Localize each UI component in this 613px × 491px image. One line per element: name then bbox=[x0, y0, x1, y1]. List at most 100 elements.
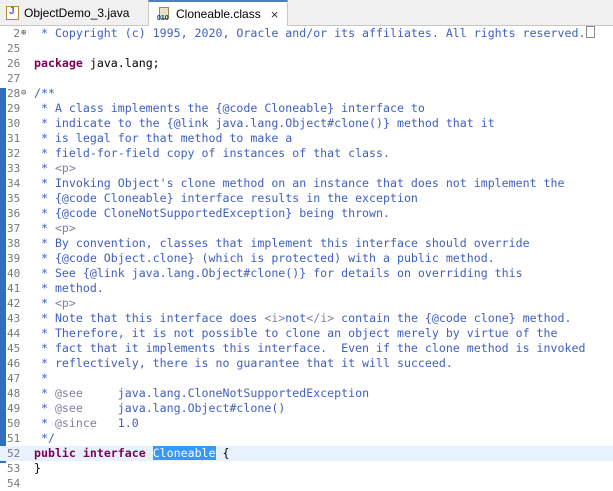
code-line[interactable]: 27 bbox=[0, 71, 613, 86]
code-line[interactable]: 32 * field-for-field copy of instances o… bbox=[0, 146, 613, 161]
code-token: * bbox=[34, 371, 48, 385]
code-token: </i> bbox=[306, 311, 335, 325]
code-token: * is legal for that method to make a bbox=[34, 131, 293, 145]
code-token: /** bbox=[34, 86, 55, 100]
code-text: * <p> bbox=[34, 221, 76, 236]
code-text: * Therefore, it is not possible to clone… bbox=[34, 326, 558, 341]
expand-fold-icon[interactable]: ⊕ bbox=[21, 26, 26, 41]
code-text: * {@code Object.clone} (which is protect… bbox=[34, 251, 495, 266]
line-number: 33 bbox=[7, 162, 21, 175]
code-text: * @see java.lang.Object#clone() bbox=[34, 401, 285, 416]
line-number: 46 bbox=[7, 357, 21, 370]
code-text: * See {@link java.lang.Object#clone()} f… bbox=[34, 266, 523, 281]
code-line[interactable]: 39 * {@code Object.clone} (which is prot… bbox=[0, 251, 613, 266]
code-token: <p> bbox=[54, 221, 76, 235]
code-line[interactable]: 37 * <p> bbox=[0, 221, 613, 236]
code-line[interactable]: 49 * @see java.lang.Object#clone() bbox=[0, 401, 613, 416]
line-number: 39 bbox=[7, 252, 21, 265]
code-line[interactable]: 38 * By convention, classes that impleme… bbox=[0, 236, 613, 251]
code-text: * Invoking Object's clone method on an i… bbox=[34, 176, 565, 191]
code-token: 1.0 bbox=[96, 416, 139, 430]
code-token: * {@code CloneNotSupportedException} bei… bbox=[34, 206, 390, 220]
line-number: 30 bbox=[7, 117, 21, 130]
line-number: 28 bbox=[7, 87, 21, 100]
code-line[interactable]: 43 * Note that this interface does <i>no… bbox=[0, 311, 613, 326]
code-line[interactable]: 46 * reflectively, there is no guarantee… bbox=[0, 356, 613, 371]
code-token: public bbox=[34, 446, 76, 460]
code-token: @see bbox=[54, 386, 83, 400]
code-line[interactable]: 34 * Invoking Object's clone method on a… bbox=[0, 176, 613, 191]
code-line[interactable]: 28 ⊖ /** bbox=[0, 86, 613, 101]
tab-cloneable-class[interactable]: 010 Cloneable.class × bbox=[148, 0, 288, 26]
line-number: 49 bbox=[7, 402, 21, 415]
code-text: * indicate to the {@link java.lang.Objec… bbox=[34, 116, 495, 131]
code-line[interactable]: 41 * method. bbox=[0, 281, 613, 296]
code-line[interactable]: 44 * Therefore, it is not possible to cl… bbox=[0, 326, 613, 341]
tab-objectdemo-3-java[interactable]: J ObjectDemo_3.java bbox=[0, 0, 140, 25]
code-token: not bbox=[285, 311, 307, 325]
line-number: 40 bbox=[7, 267, 21, 280]
code-line[interactable]: 53} bbox=[0, 461, 613, 476]
code-line[interactable]: 30 * indicate to the {@link java.lang.Ob… bbox=[0, 116, 613, 131]
code-editor[interactable]: 2 ⊕ * Copyright (c) 1995, 2020, Oracle an… bbox=[0, 26, 613, 490]
code-token: { bbox=[215, 446, 230, 460]
class-file-icon: 010 bbox=[157, 6, 171, 22]
code-line[interactable]: 33 * <p> bbox=[0, 161, 613, 176]
code-token: <p> bbox=[54, 296, 76, 310]
java-file-icon: J bbox=[6, 5, 19, 20]
code-token: * field-for-field copy of instances of t… bbox=[34, 146, 390, 160]
code-line[interactable]: 31 * is legal for that method to make a bbox=[0, 131, 613, 146]
code-line[interactable]: 42 * <p> bbox=[0, 296, 613, 311]
code-text: * {@code CloneNotSupportedException} bei… bbox=[34, 206, 390, 221]
code-line[interactable]: 26 package java.lang; bbox=[0, 56, 613, 71]
collapsed-region-marker[interactable] bbox=[586, 26, 596, 38]
code-token: * bbox=[34, 386, 55, 400]
code-line[interactable]: 36 * {@code CloneNotSupportedException} … bbox=[0, 206, 613, 221]
code-token: * Invoking Object's clone method on an i… bbox=[34, 176, 565, 190]
code-token: java.lang; bbox=[82, 56, 160, 70]
code-line[interactable]: 47 * bbox=[0, 371, 613, 386]
code-line[interactable]: 35 * {@code Cloneable} interface results… bbox=[0, 191, 613, 206]
line-number: 52 bbox=[7, 447, 21, 460]
code-token: * method. bbox=[34, 281, 104, 295]
editor-tab-bar: J ObjectDemo_3.java 010 Cloneable.class … bbox=[0, 0, 613, 26]
code-text: } bbox=[34, 461, 41, 476]
code-text: * {@code Cloneable} interface results in… bbox=[34, 191, 418, 206]
code-token: * bbox=[34, 221, 55, 235]
code-line[interactable]: 25 bbox=[0, 41, 613, 56]
line-number: 44 bbox=[7, 327, 21, 340]
code-line[interactable]: 54 bbox=[0, 476, 613, 491]
code-token: * bbox=[34, 296, 55, 310]
line-number: 50 bbox=[7, 417, 21, 430]
line-number: 34 bbox=[7, 177, 21, 190]
code-text: * @see java.lang.CloneNotSupportedExcept… bbox=[34, 386, 369, 401]
code-line[interactable]: 40 * See {@link java.lang.Object#clone()… bbox=[0, 266, 613, 281]
code-line[interactable]: 29 * A class implements the {@code Clone… bbox=[0, 101, 613, 116]
selected-identifier: Cloneable bbox=[152, 446, 216, 460]
code-line[interactable]: 2 ⊕ * Copyright (c) 1995, 2020, Oracle an… bbox=[0, 26, 613, 41]
collapse-fold-icon[interactable]: ⊖ bbox=[21, 86, 26, 101]
code-line[interactable]: 52 public interface Cloneable { bbox=[0, 446, 613, 461]
close-tab-icon[interactable]: × bbox=[271, 7, 279, 22]
code-line[interactable]: 45 * fact that it implements this interf… bbox=[0, 341, 613, 356]
code-line[interactable]: 50 * @since 1.0 bbox=[0, 416, 613, 431]
code-token: * Therefore, it is not possible to clone… bbox=[34, 326, 558, 340]
tab-title: ObjectDemo_3.java bbox=[24, 5, 130, 20]
code-text: * reflectively, there is no guarantee th… bbox=[34, 356, 453, 371]
code-line[interactable]: 48 * @see java.lang.CloneNotSupportedExc… bbox=[0, 386, 613, 401]
code-token: } bbox=[34, 461, 41, 475]
code-token: java.lang.CloneNotSupportedException bbox=[82, 386, 370, 400]
code-line[interactable]: 51 */ bbox=[0, 431, 613, 446]
tab-title: Cloneable.class bbox=[176, 7, 261, 21]
code-token: * See {@link java.lang.Object#clone()} f… bbox=[34, 266, 523, 280]
line-number: 54 bbox=[7, 477, 21, 490]
code-token: * {@code Object.clone} (which is protect… bbox=[34, 251, 495, 265]
code-token: <i> bbox=[264, 311, 286, 325]
line-number: 27 bbox=[7, 72, 21, 85]
code-token: * Copyright (c) 1995, 2020, Oracle and/o… bbox=[34, 26, 586, 40]
code-text: * Copyright (c) 1995, 2020, Oracle and/o… bbox=[34, 26, 596, 41]
code-text: * bbox=[34, 371, 48, 386]
line-number: 42 bbox=[7, 297, 21, 310]
code-token: java.lang.Object#clone() bbox=[82, 401, 286, 415]
